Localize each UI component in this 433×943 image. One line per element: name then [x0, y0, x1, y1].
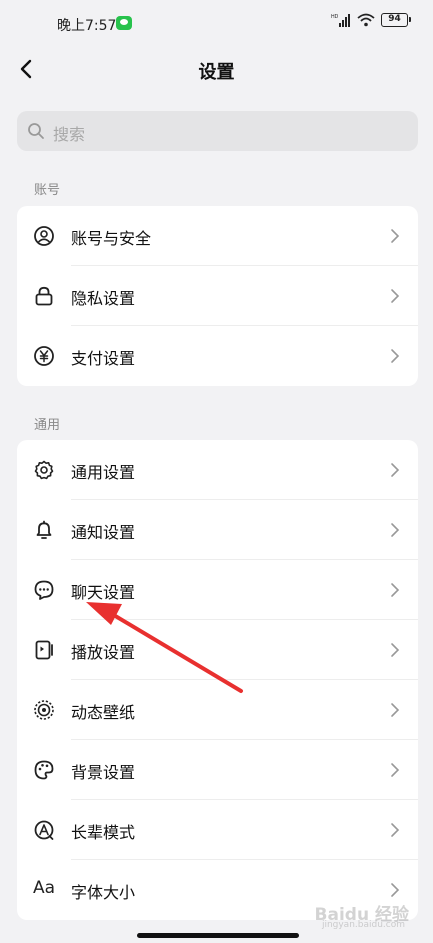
section-label-general: 通用 — [34, 418, 61, 433]
search-input[interactable]: 搜索 — [17, 111, 418, 151]
wifi-icon — [357, 13, 375, 27]
settings-item-playback[interactable]: 播放设置 — [17, 620, 418, 680]
elder-mode-icon — [34, 820, 54, 840]
home-indicator[interactable] — [137, 933, 299, 938]
settings-item-notification[interactable]: 通知设置 — [17, 500, 418, 560]
network-label: HD — [331, 14, 339, 20]
lock-icon — [35, 286, 53, 306]
settings-item-label: 支付设置 — [71, 349, 136, 368]
live-wallpaper-icon — [34, 700, 54, 720]
chevron-right-icon — [391, 763, 400, 777]
watermark-sub: jingyan.baidu.com — [321, 920, 405, 930]
chevron-right-icon — [391, 523, 400, 537]
settings-item-elder-mode[interactable]: 长辈模式 — [17, 800, 418, 860]
status-time: 晚上7:57 — [57, 18, 117, 34]
settings-item-label: 播放设置 — [71, 643, 136, 662]
gear-icon — [34, 460, 54, 480]
section-label-account: 账号 — [34, 183, 61, 198]
settings-item-label: 长辈模式 — [71, 823, 136, 842]
search-placeholder: 搜索 — [53, 125, 86, 144]
signal-icon: HD — [331, 14, 350, 27]
nav-bar: 设置 — [0, 48, 433, 92]
settings-item-payment[interactable]: 支付设置 — [17, 326, 418, 386]
wechat-notification-icon — [116, 16, 132, 30]
play-device-icon — [35, 640, 53, 660]
battery-icon: 94 — [381, 13, 411, 27]
search-icon — [28, 123, 44, 139]
chevron-right-icon — [391, 703, 400, 717]
settings-item-label: 隐私设置 — [71, 289, 136, 308]
chevron-right-icon — [391, 583, 400, 597]
settings-item-label: 背景设置 — [71, 763, 136, 782]
chat-bubble-icon — [34, 580, 54, 600]
page-title: 设置 — [198, 62, 235, 83]
settings-item-label: 字体大小 — [71, 883, 136, 902]
status-indicators: HD 94 — [331, 13, 411, 27]
settings-item-label: 通知设置 — [71, 523, 136, 542]
settings-item-account-security[interactable]: 账号与安全 — [17, 206, 418, 266]
settings-item-label: 聊天设置 — [71, 583, 136, 602]
settings-item-background[interactable]: 背景设置 — [17, 740, 418, 800]
general-settings-card: 通用设置 通知设置 聊天设置 播放设置 动态壁纸 背景设置 长辈模式 Aa 字体… — [17, 440, 418, 920]
settings-item-label: 账号与安全 — [71, 229, 152, 248]
account-settings-card: 账号与安全 隐私设置 支付设置 — [17, 206, 418, 386]
chevron-right-icon — [391, 229, 400, 243]
settings-item-live-wallpaper[interactable]: 动态壁纸 — [17, 680, 418, 740]
settings-item-label: 动态壁纸 — [71, 703, 136, 722]
chevron-right-icon — [391, 289, 400, 303]
palette-icon — [34, 760, 54, 780]
chevron-right-icon — [391, 349, 400, 363]
chevron-right-icon — [391, 883, 400, 897]
chevron-right-icon — [391, 643, 400, 657]
settings-item-label: 通用设置 — [71, 463, 136, 482]
chevron-right-icon — [391, 463, 400, 477]
settings-item-chat[interactable]: 聊天设置 — [17, 560, 418, 620]
font-size-icon: Aa — [33, 878, 56, 898]
settings-item-general[interactable]: 通用设置 — [17, 440, 418, 500]
bell-icon — [36, 520, 52, 539]
status-bar: 晚上7:57 HD 94 — [0, 0, 433, 48]
battery-level: 94 — [388, 14, 401, 24]
settings-item-privacy[interactable]: 隐私设置 — [17, 266, 418, 326]
yen-icon — [34, 346, 54, 366]
chevron-right-icon — [391, 823, 400, 837]
user-circle-icon — [34, 226, 54, 246]
